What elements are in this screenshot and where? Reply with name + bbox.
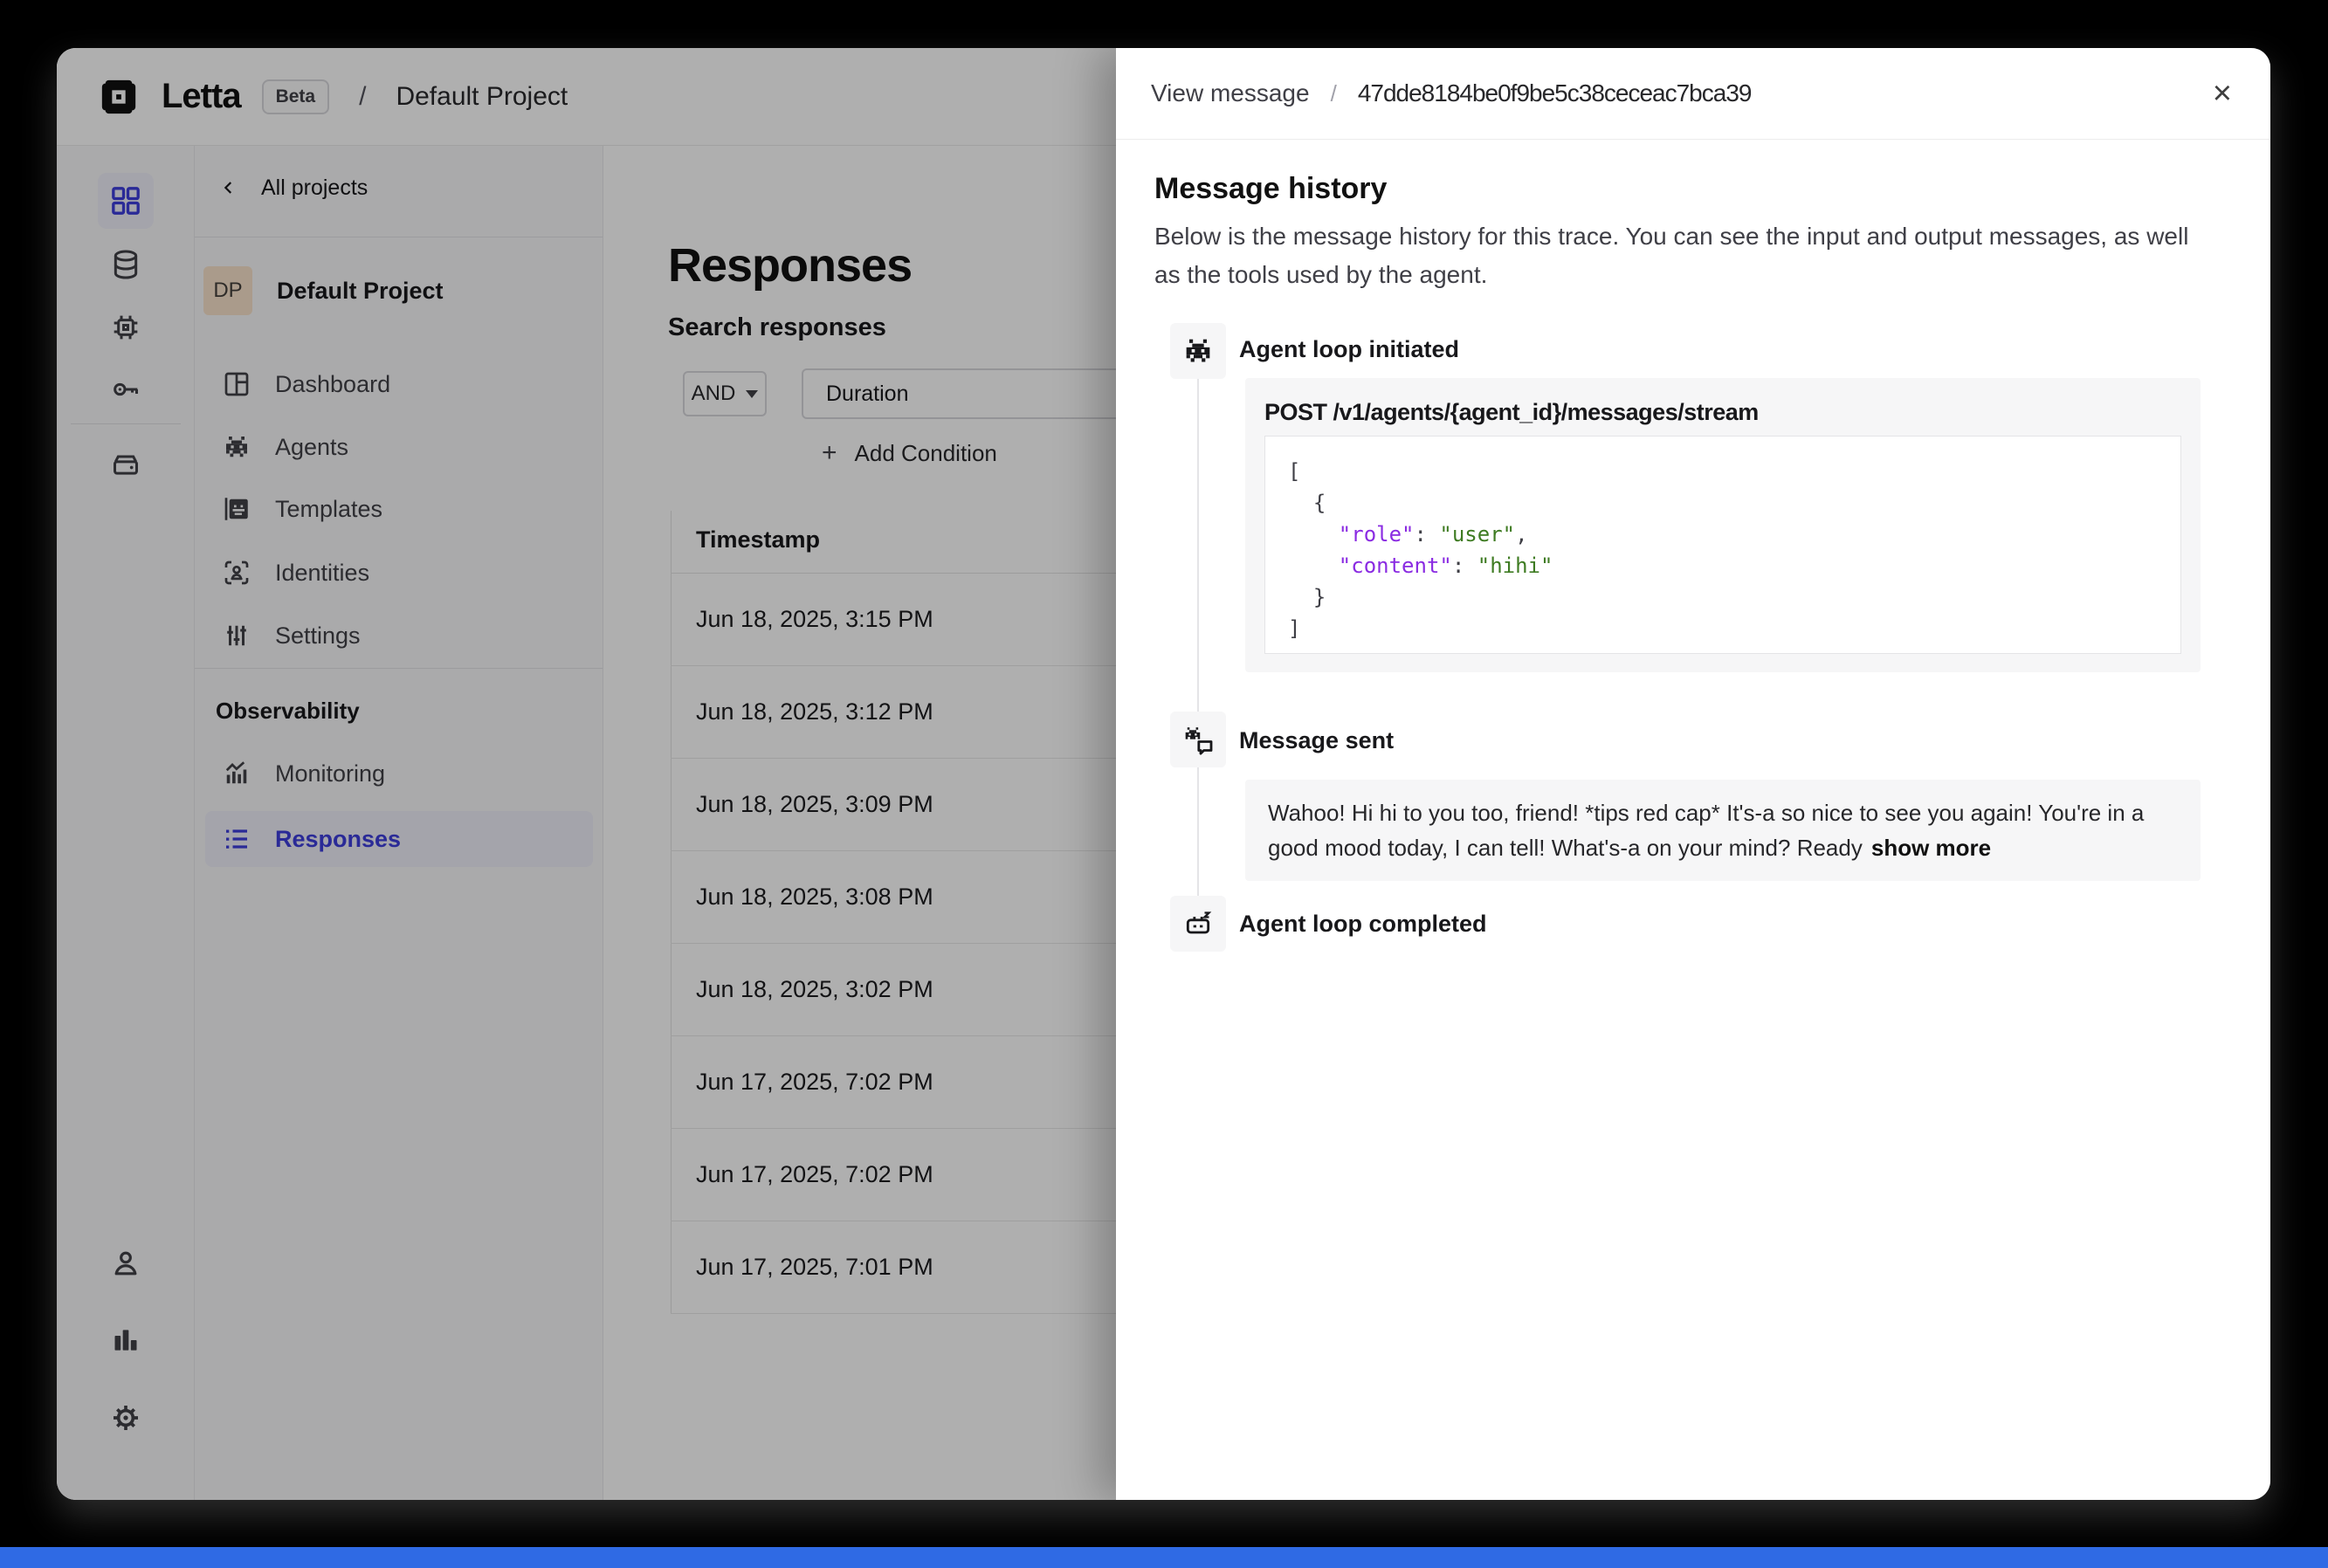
close-icon[interactable]: × xyxy=(2213,77,2232,110)
message-history-description: Below is the message history for this tr… xyxy=(1154,217,2211,294)
message-history-heading: Message history xyxy=(1154,172,1387,206)
app-window: Letta Beta / Default Project xyxy=(57,48,2270,1500)
desktop-accent-bar xyxy=(0,1547,2328,1568)
event-icon-message-sent xyxy=(1170,712,1226,767)
event-icon-agent-loop-completed xyxy=(1170,896,1226,952)
panel-header: View message / 47dde8184be0f9be5c38cecea… xyxy=(1116,48,2270,140)
event-icon-agent-loop-initiated xyxy=(1170,323,1226,379)
event-label: Message sent xyxy=(1239,727,1394,754)
code-line: } xyxy=(1288,581,2158,613)
panel-breadcrumb-separator: / xyxy=(1331,80,1337,107)
agent-sleeping-icon xyxy=(1181,906,1216,941)
show-more-link[interactable]: show more xyxy=(1871,835,1991,861)
panel-breadcrumb-label: View message xyxy=(1151,79,1310,107)
event-label: Agent loop completed xyxy=(1239,911,1487,938)
timeline-connector xyxy=(1197,354,1199,921)
request-json-code: [ { "role": "user", "content": "hihi" }] xyxy=(1264,436,2181,654)
agent-message-text: Wahoo! Hi hi to you too, friend! *tips r… xyxy=(1268,800,2144,861)
desktop-background: Letta Beta / Default Project xyxy=(0,0,2328,1568)
view-message-panel: View message / 47dde8184be0f9be5c38cecea… xyxy=(1116,48,2270,1500)
trace-id: 47dde8184be0f9be5c38ceceac7bca39 xyxy=(1358,79,1752,107)
agent-message-card: Wahoo! Hi hi to you too, friend! *tips r… xyxy=(1245,780,2201,881)
request-endpoint: POST /v1/agents/{agent_id}/messages/stre… xyxy=(1264,399,2183,426)
code-line: "content": "hihi" xyxy=(1288,550,2158,581)
code-line: "role": "user", xyxy=(1288,519,2158,550)
event-label: Agent loop initiated xyxy=(1239,336,1459,363)
code-line: [ xyxy=(1288,456,2158,487)
code-line: { xyxy=(1288,487,2158,519)
agent-invader-icon xyxy=(1181,334,1216,368)
request-card: POST /v1/agents/{agent_id}/messages/stre… xyxy=(1245,378,2201,672)
code-line: ] xyxy=(1288,613,2158,644)
agent-message-icon xyxy=(1181,722,1216,757)
